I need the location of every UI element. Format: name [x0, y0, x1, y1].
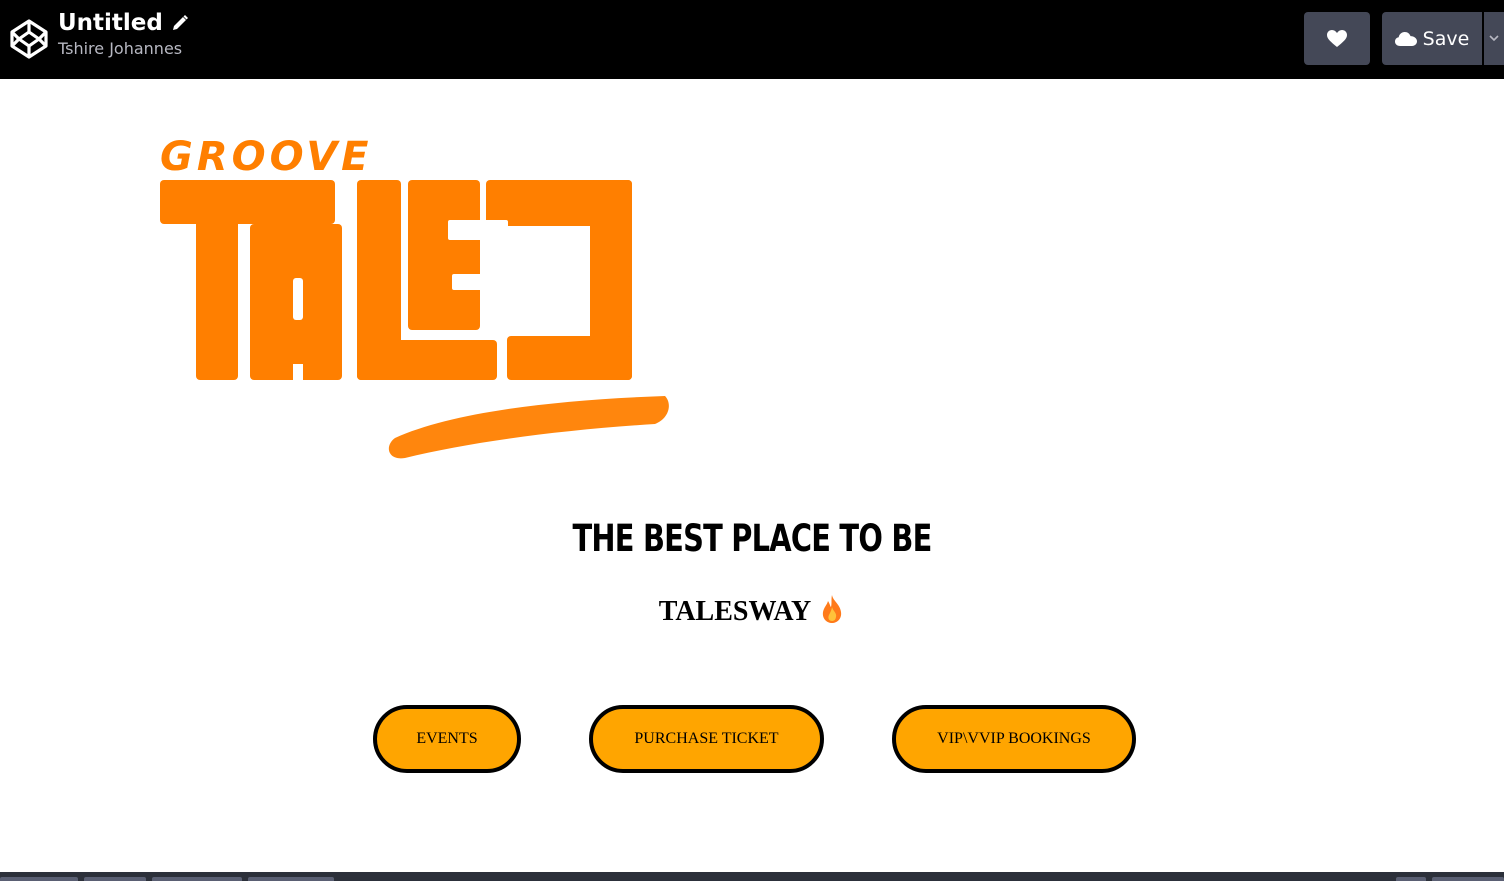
like-button[interactable]	[1304, 12, 1370, 65]
save-options-dropdown[interactable]	[1484, 12, 1504, 65]
footer-tab[interactable]	[152, 877, 242, 881]
groove-tales-logo: GROOVE	[160, 134, 669, 459]
pen-title-block: Untitled Tshire Johannes	[58, 8, 189, 60]
codepen-logo-icon[interactable]	[9, 19, 49, 59]
pencil-icon[interactable]	[171, 14, 189, 32]
footer-tab[interactable]	[248, 877, 334, 881]
save-button[interactable]: Save	[1382, 12, 1482, 65]
footer-tab[interactable]	[1396, 877, 1426, 881]
editor-footer	[0, 872, 1504, 881]
footer-tab[interactable]	[84, 877, 146, 881]
logo-brush-stroke	[388, 396, 669, 459]
tagline-heading: THE BEST PLACE TO BE	[572, 517, 932, 560]
subheading-text: TALESWAY	[658, 596, 812, 627]
purchase-ticket-button[interactable]: PURCHASE TICKET	[589, 705, 824, 773]
subheading: TALESWAY	[0, 592, 1504, 632]
footer-tab[interactable]	[0, 877, 78, 881]
editor-header: Untitled Tshire Johannes Save	[0, 0, 1504, 79]
events-button[interactable]: EVENTS	[373, 705, 521, 773]
fire-icon	[823, 595, 842, 623]
heart-icon	[1327, 29, 1347, 47]
pen-author[interactable]: Tshire Johannes	[58, 38, 189, 60]
vip-bookings-button[interactable]: VIP\VVIP BOOKINGS	[892, 705, 1136, 773]
footer-tab[interactable]	[1432, 877, 1504, 881]
save-label: Save	[1422, 27, 1470, 50]
pen-title[interactable]: Untitled	[58, 8, 163, 38]
chevron-down-icon	[1489, 35, 1499, 42]
logo-small-text: GROOVE	[160, 134, 373, 180]
cloud-icon	[1394, 31, 1417, 46]
